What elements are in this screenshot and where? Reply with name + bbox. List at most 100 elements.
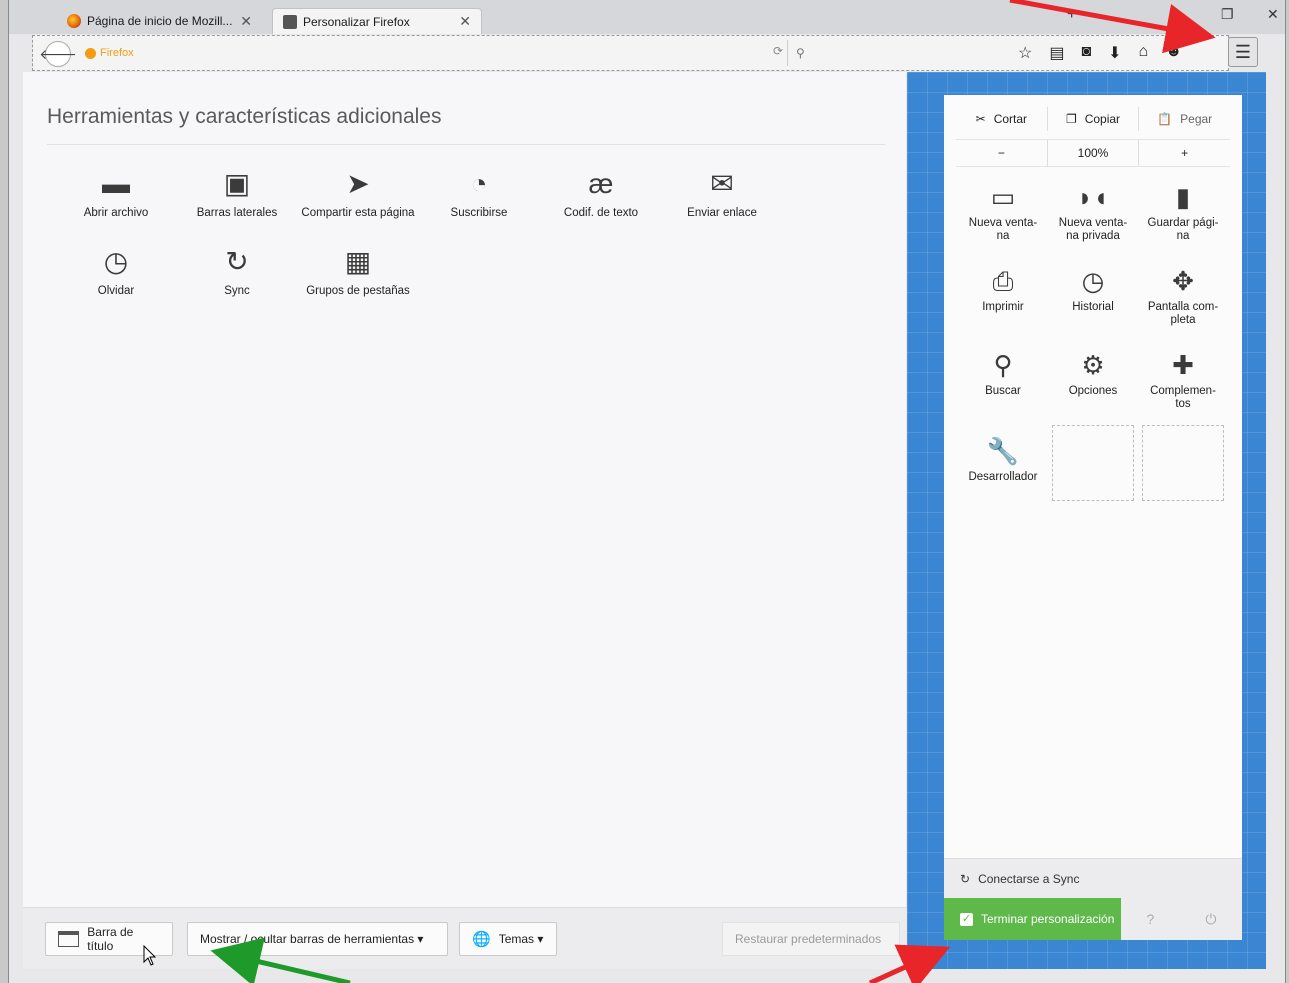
palette-item-label: Codif. de texto <box>563 207 639 219</box>
palette-item-label: Grupos de pestañas <box>306 285 410 297</box>
copy-button[interactable]: ❐ Copiar <box>1048 107 1140 131</box>
sync-signin-button[interactable]: ↻ Conectarse a Sync <box>944 858 1242 898</box>
palette-item-label: Suscribirse <box>450 207 508 219</box>
panel-item-fullscreen[interactable]: ✥ Pantalla com- pleta <box>1138 265 1228 327</box>
panel-item-addons[interactable]: ✚ Complemen- tos <box>1138 349 1228 411</box>
pocket-icon[interactable]: ◙ <box>1081 43 1091 63</box>
zoom-reset-button[interactable]: 100% <box>1048 140 1140 166</box>
checkmark-icon: ✓ <box>960 912 973 926</box>
power-icon[interactable]: ⏻ <box>1205 911 1216 928</box>
palette-item-label: Sync <box>224 285 250 297</box>
cut-button[interactable]: ✂ Cortar <box>956 107 1048 131</box>
palette-item-subscribe[interactable]: ◔ Suscribirse <box>419 167 539 219</box>
close-window-button[interactable]: ✕ <box>1267 6 1279 23</box>
panel-item-label: Nueva venta- na privada <box>1058 217 1128 242</box>
toolbar-icons: ☆ ▤ ◙ ⬇ ⌂ ☻ <box>1018 43 1182 63</box>
restore-window-button[interactable]: ❐ <box>1221 6 1234 23</box>
panel-item-label: Buscar <box>985 385 1021 397</box>
star-icon[interactable]: ☆ <box>1018 43 1032 63</box>
panel-item-label: Nueva venta- na <box>968 217 1038 242</box>
identity-icon <box>85 47 96 59</box>
back-button[interactable]: 🡐 <box>39 41 77 67</box>
palette-item-forget[interactable]: ◷ Olvidar <box>56 245 176 297</box>
palette-item-open-file[interactable]: ▬ Abrir archivo <box>56 167 176 219</box>
clipboard-icon: 📋 <box>1157 112 1173 126</box>
palette-item-share-page[interactable]: ➤ Compartir esta página <box>298 167 418 219</box>
panel-item-find[interactable]: ⚲ Buscar <box>958 349 1048 398</box>
copy-icon: ❐ <box>1065 112 1077 126</box>
panel-item-label: Desarrollador <box>968 471 1038 483</box>
options-icon: ⚙ <box>1081 350 1105 380</box>
new-window-icon: ▭ <box>990 182 1016 212</box>
firefox-logo-icon <box>67 14 81 28</box>
panel-item-private-window[interactable]: ◗◖ Nueva venta- na privada <box>1048 181 1138 243</box>
zoom-in-button[interactable]: + <box>1139 140 1230 166</box>
cut-label: Cortar <box>993 112 1028 126</box>
palette-item-text-encoding[interactable]: æ Codif. de texto <box>541 167 661 219</box>
palette-item-label: Compartir esta página <box>301 207 415 219</box>
search-icon: ⚲ <box>796 46 805 60</box>
share-icon: ➤ <box>346 168 370 199</box>
empty-panel-slot[interactable] <box>1052 425 1134 501</box>
private-window-icon: ◗◖ <box>1077 182 1109 212</box>
customize-palette: Herramientas y características adicional… <box>23 72 906 907</box>
zoom-out-button[interactable]: − <box>956 140 1048 166</box>
finish-customizing-button[interactable]: ✓ Terminar personalización <box>944 898 1121 940</box>
help-icon[interactable]: ? <box>1147 911 1155 927</box>
palette-item-tab-groups[interactable]: ▦ Grupos de pestañas <box>298 245 418 297</box>
sidebar-icon: ▣ <box>223 168 251 199</box>
panel-item-history[interactable]: ◷ Historial <box>1048 265 1138 314</box>
back-arrow-icon: 🡐 <box>39 45 77 62</box>
palette-item-sidebars[interactable]: ▣ Barras laterales <box>177 167 297 219</box>
toolbars-dropdown-button[interactable]: Mostrar / ocultar barras de herramientas… <box>187 922 448 956</box>
forget-icon: ◷ <box>103 246 129 277</box>
edit-controls: ✂ Cortar ❐ Copiar 📋 Pegar <box>956 107 1230 131</box>
tab-customize-firefox[interactable]: Personalizar Firefox ✕ <box>272 8 482 34</box>
panel-item-label: Opciones <box>1068 385 1118 397</box>
panel-footer: ✓ Terminar personalización ? ⏻ <box>944 898 1242 940</box>
sync-icon: ↻ <box>225 246 249 277</box>
panel-item-options[interactable]: ⚙ Opciones <box>1048 349 1138 398</box>
hamburger-menu-button[interactable]: ☰ <box>1228 37 1258 67</box>
download-icon[interactable]: ⬇ <box>1108 43 1121 63</box>
new-tab-button[interactable]: + <box>1067 6 1076 24</box>
close-tab-icon[interactable]: ✕ <box>459 13 471 30</box>
tab-label: Personalizar Firefox <box>303 14 410 29</box>
palette-item-email-link[interactable]: ✉ Enviar enlace <box>662 167 782 219</box>
history-icon: ◷ <box>1081 266 1105 296</box>
empty-panel-slot[interactable] <box>1142 425 1224 501</box>
panel-item-label: Historial <box>1072 301 1114 313</box>
panel-item-label: Complemen- tos <box>1150 385 1216 410</box>
panel-item-print[interactable]: ⎙ Imprimir <box>958 265 1048 314</box>
palette-title: Herramientas y características adicional… <box>47 105 442 128</box>
close-tab-icon[interactable]: ✕ <box>240 13 252 30</box>
panel-item-new-window[interactable]: ▭ Nueva venta- na <box>958 181 1048 243</box>
reading-list-icon[interactable]: ▤ <box>1049 43 1064 63</box>
copy-label: Copiar <box>1084 112 1121 126</box>
themes-label: Temas ▾ <box>498 932 544 946</box>
smiley-icon[interactable]: ☻ <box>1165 43 1182 63</box>
reload-icon[interactable]: ⟳ <box>773 44 783 58</box>
restore-defaults-label: Restaurar predeterminados <box>735 932 882 946</box>
themes-dropdown-button[interactable]: 🌐 Temas ▾ <box>459 922 557 956</box>
paste-button[interactable]: 📋 Pegar <box>1139 107 1230 131</box>
tab-mozilla-home[interactable]: Página de inicio de Mozill... ✕ <box>57 8 262 34</box>
url-bar[interactable]: Firefox <box>85 41 785 65</box>
palette-divider <box>47 144 885 145</box>
sync-icon: ↻ <box>960 871 971 886</box>
navigation-toolbar: 🡐 Firefox ⟳ ⚲ ☆ ▤ ◙ ⬇ ⌂ ☻ <box>32 35 1229 71</box>
home-icon[interactable]: ⌂ <box>1139 43 1149 63</box>
sync-label: Conectarse a Sync <box>978 871 1080 886</box>
panel-item-save-page[interactable]: ▮ Guardar pági- na <box>1138 181 1228 243</box>
restore-defaults-button[interactable]: Restaurar predeterminados <box>722 922 900 956</box>
addons-icon: ✚ <box>1172 350 1194 380</box>
menu-panel: ✂ Cortar ❐ Copiar 📋 Pegar − 100% + ▭ Nueva … <box>944 95 1242 940</box>
tab-bar: Página de inicio de Mozill... ✕ Personal… <box>9 0 1285 34</box>
search-input[interactable]: ⚲ <box>787 40 1007 66</box>
find-icon: ⚲ <box>993 350 1013 380</box>
save-page-icon: ▮ <box>1175 182 1191 212</box>
folder-icon: ▬ <box>102 168 130 199</box>
palette-item-sync[interactable]: ↻ Sync <box>177 245 297 297</box>
palette-item-label: Barras laterales <box>196 207 278 219</box>
panel-item-developer[interactable]: 🔧 Desarrollador <box>958 435 1048 484</box>
